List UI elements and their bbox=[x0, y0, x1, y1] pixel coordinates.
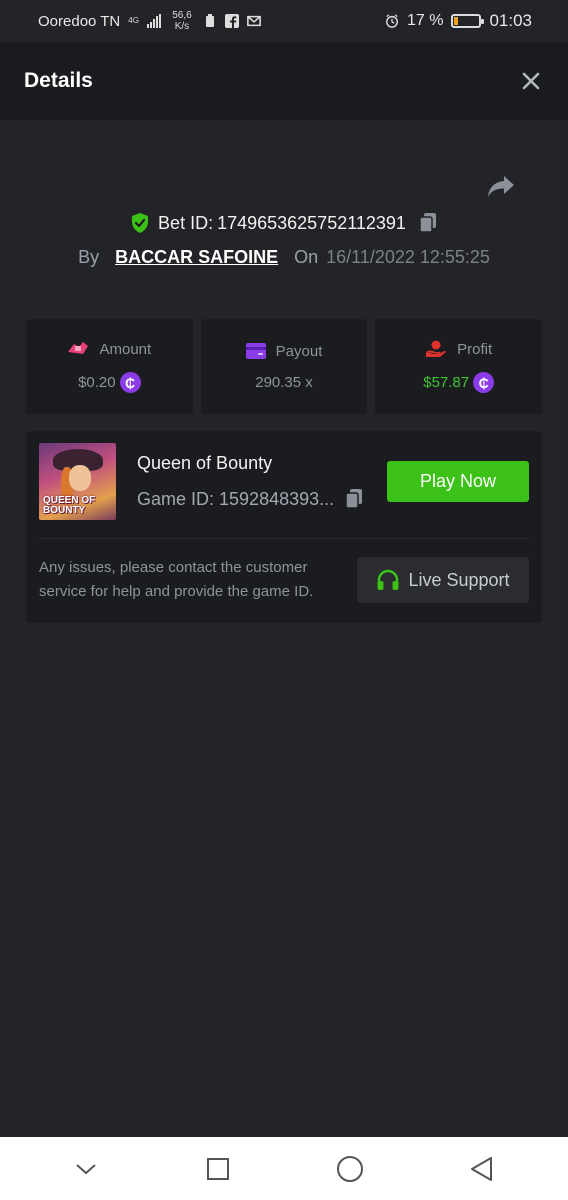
close-icon bbox=[522, 72, 540, 90]
stat-value: $0.20 bbox=[78, 374, 116, 391]
game-id-value: Game ID: 1592848393... bbox=[137, 488, 335, 509]
status-right: 17 % 01:03 bbox=[385, 11, 532, 31]
by-label: By bbox=[78, 247, 100, 267]
username-link[interactable]: BACCAR SAFOINE bbox=[115, 247, 278, 268]
copy-game-id-button[interactable] bbox=[344, 488, 364, 510]
details-header: Details bbox=[0, 42, 568, 120]
on-label: On bbox=[294, 247, 319, 267]
game-name: Queen of Bounty bbox=[137, 453, 273, 473]
chevron-down-icon bbox=[76, 1163, 96, 1174]
bet-id-label: Bet ID: bbox=[158, 212, 214, 233]
stat-label: Amount bbox=[99, 340, 152, 358]
coin-icon: ₵ bbox=[119, 372, 141, 393]
close-button[interactable] bbox=[520, 70, 542, 92]
game-card: QUEEN OF BOUNTY Queen of Bounty Game ID: … bbox=[26, 431, 542, 623]
battery-percent: 17 % bbox=[406, 12, 444, 29]
copy-icon bbox=[419, 213, 436, 233]
carrier-name: Ooredoo TN bbox=[38, 12, 121, 30]
thumbnail-logo: QUEEN OF BOUNTY bbox=[43, 495, 96, 516]
triangle-back-icon bbox=[471, 1156, 492, 1181]
coin-icon: ₵ bbox=[473, 372, 495, 393]
game-thumbnail[interactable]: QUEEN OF BOUNTY bbox=[39, 443, 116, 520]
network-type: 4G bbox=[128, 16, 139, 25]
live-support-label: Live Support bbox=[408, 569, 510, 590]
network-speed: 56,6 K/s bbox=[172, 10, 192, 32]
clock: 01:03 bbox=[489, 11, 532, 30]
bet-id-row: Bet ID: 1749653625752112391 bbox=[0, 212, 568, 234]
stat-profit: Profit $57.87 ₵ bbox=[375, 319, 543, 414]
play-now-button[interactable]: Play Now bbox=[387, 461, 529, 502]
facebook-icon bbox=[224, 14, 239, 28]
page-title: Details bbox=[24, 69, 93, 92]
circle-icon bbox=[337, 1155, 363, 1182]
wallet-icon bbox=[245, 343, 266, 359]
square-icon bbox=[207, 1157, 229, 1180]
gmail-icon bbox=[247, 14, 261, 28]
nav-home-button[interactable] bbox=[330, 1149, 370, 1189]
share-button[interactable] bbox=[486, 174, 516, 200]
live-support-button[interactable]: Live Support bbox=[357, 557, 529, 603]
copy-bet-id-button[interactable] bbox=[418, 212, 438, 234]
status-left: Ooredoo TN 4G 56,6 K/s bbox=[38, 10, 261, 32]
stat-label: Profit bbox=[457, 340, 493, 358]
stat-label: Payout bbox=[275, 342, 323, 360]
battery-saver-icon bbox=[203, 14, 217, 28]
bet-id-value: 1749653625752112391 bbox=[217, 212, 406, 233]
game-id-row: Game ID: 1592848393... bbox=[137, 488, 364, 510]
copy-icon bbox=[345, 489, 363, 509]
signal-icon bbox=[146, 14, 161, 28]
system-nav-bar bbox=[0, 1137, 568, 1200]
stat-value: 290.35 x bbox=[255, 373, 313, 391]
status-bar: Ooredoo TN 4G 56,6 K/s 17 % 01:03 bbox=[0, 0, 568, 42]
stat-value: $57.87 bbox=[423, 374, 470, 391]
nav-back-button[interactable] bbox=[462, 1149, 502, 1189]
bet-stats: Amount $0.20 ₵ Payout 290.35 x Profit $5… bbox=[26, 319, 543, 414]
amount-icon bbox=[68, 342, 89, 354]
battery-icon bbox=[451, 14, 485, 28]
nav-recents-button[interactable] bbox=[198, 1149, 238, 1189]
bet-date: 16/11/2022 12:55:25 bbox=[326, 247, 490, 267]
bet-author-row: By BACCAR SAFOINE On 16/11/2022 12:55:25 bbox=[0, 247, 568, 268]
shield-check-icon bbox=[132, 213, 149, 233]
divider bbox=[39, 538, 529, 539]
headset-icon bbox=[377, 569, 399, 590]
stat-payout: Payout 290.35 x bbox=[200, 319, 368, 414]
share-arrow-icon bbox=[488, 176, 514, 197]
hand-coin-icon bbox=[426, 340, 447, 357]
nav-collapse-button[interactable] bbox=[66, 1149, 106, 1189]
alarm-icon bbox=[385, 14, 399, 28]
stat-amount: Amount $0.20 ₵ bbox=[26, 319, 193, 414]
support-help-text: Any issues, please contact the customer … bbox=[39, 559, 314, 600]
